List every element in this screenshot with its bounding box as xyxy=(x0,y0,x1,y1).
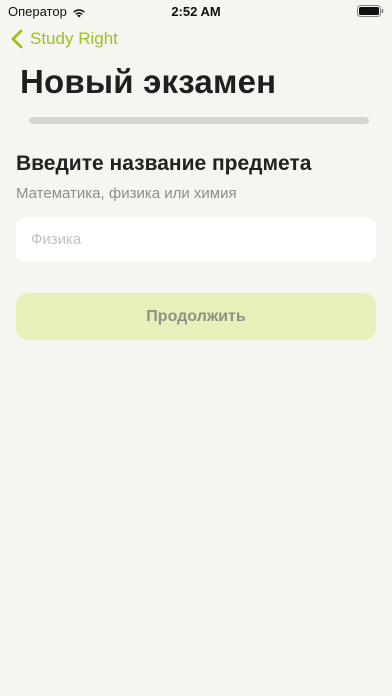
battery-icon xyxy=(357,5,384,17)
status-bar: Оператор 2:52 AM xyxy=(0,0,392,22)
back-label: Study Right xyxy=(30,29,118,48)
continue-button[interactable]: Продолжить xyxy=(16,293,376,340)
subject-hint: Математика, физика или химия xyxy=(16,185,237,202)
status-time: 2:52 AM xyxy=(171,4,221,19)
progress-bar xyxy=(29,117,369,124)
subject-question: Введите название предмета xyxy=(16,152,312,175)
new-exam-screen: Оператор 2:52 AM Study Right Новый экзам… xyxy=(0,0,392,696)
chevron-left-icon xyxy=(10,29,24,49)
subject-input[interactable] xyxy=(16,217,376,262)
page-title: Новый экзамен xyxy=(20,63,277,100)
back-button[interactable]: Study Right xyxy=(10,29,118,49)
